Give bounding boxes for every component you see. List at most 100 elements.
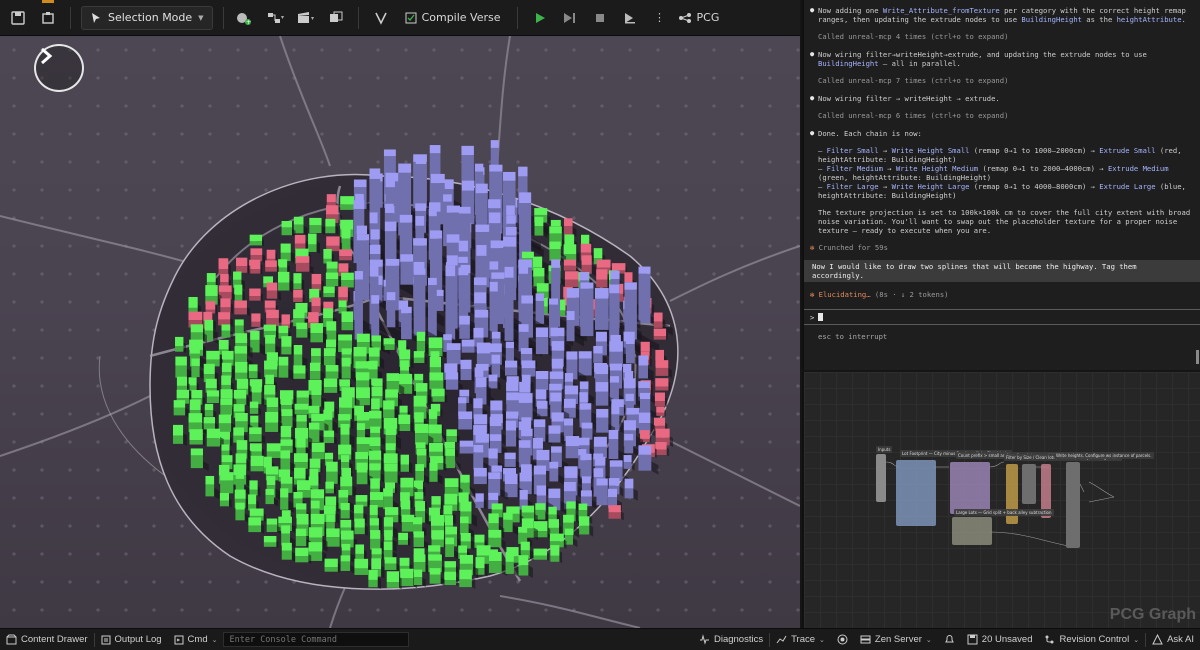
message-text: . — [1181, 15, 1186, 24]
tool-call-summary[interactable]: Called unreal-mcp 6 times (ctrl+o to exp… — [810, 111, 1194, 120]
bullet-icon: ● — [810, 50, 815, 58]
bullet-icon: ● — [810, 129, 815, 137]
graph-label-inputs: Inputs — [876, 446, 893, 453]
blueprint-icon[interactable]: ▾ — [264, 6, 288, 30]
graph-node-inputs[interactable] — [876, 454, 886, 502]
output-log-label: Output Log — [114, 634, 162, 645]
output-log-button[interactable]: Output Log — [95, 629, 168, 650]
building-block — [653, 328, 668, 341]
svg-text:▾: ▾ — [281, 14, 284, 21]
eject-icon[interactable] — [618, 6, 642, 30]
user-message: Now I would like to draw two splines tha… — [804, 260, 1200, 282]
platforms-icon[interactable] — [324, 6, 348, 30]
main-toolbar: Selection Mode ▼ + ▾ ▾ Compile Verse ⋮ P… — [0, 0, 800, 36]
interrupt-hint: esc to interrupt — [818, 332, 888, 341]
svg-text:▾: ▾ — [311, 15, 314, 22]
code-token: Write_Attribute_fromTexture — [882, 6, 1000, 15]
ask-ai-button[interactable]: Ask AI — [1146, 629, 1200, 650]
graph-node-lot-footprint[interactable] — [896, 460, 936, 526]
texture-note: The texture projection is set to 100k×10… — [818, 208, 1191, 235]
message-text: Now wiring filter → writeHeight → extrud… — [818, 94, 1000, 103]
scrollbar-thumb[interactable] — [1196, 350, 1199, 364]
bullet-icon: ● — [810, 94, 815, 102]
chain-list: – Filter Small → Write Height Small (rem… — [810, 146, 1194, 200]
building-block — [655, 378, 671, 392]
revision-icon — [1045, 635, 1054, 644]
prompt-symbol: > — [810, 312, 815, 322]
chevron-right-icon — [41, 47, 53, 65]
console-command-input[interactable] — [223, 632, 410, 647]
diagnostics-button[interactable]: Diagnostics — [693, 629, 769, 650]
code-token: Extrude Large — [1099, 182, 1156, 191]
expand-panel-button[interactable] — [34, 44, 84, 92]
content-drawer-button[interactable]: Content Drawer — [0, 629, 94, 650]
message-text: (remap 0→1 to 2000–4000cm) → — [978, 164, 1108, 173]
graph-label-large: Large Lots — Grid split + back alley sub… — [954, 509, 1054, 516]
toolbar-divider — [516, 6, 518, 29]
stop-icon[interactable] — [588, 6, 612, 30]
crunch-status: ✻ Crunched for 59s — [810, 243, 1194, 252]
city-scene — [0, 36, 800, 628]
save-icon[interactable] — [6, 6, 30, 30]
selection-mode-dropdown[interactable]: Selection Mode ▼ — [81, 5, 213, 30]
cinematics-icon[interactable]: ▾ — [294, 6, 318, 30]
pcg-button[interactable]: PCG — [678, 6, 720, 30]
pcg-icon — [678, 12, 691, 23]
toolbar-divider — [222, 6, 224, 29]
graph-node-purple[interactable] — [950, 462, 990, 514]
terminal-icon — [174, 635, 184, 644]
graph-label-parcels: Write heights. Configure ws instance of … — [1054, 452, 1154, 459]
assistant-message: ● Now wiring filter → writeHeight → extr… — [810, 94, 1194, 103]
tool-call-summary[interactable]: Called unreal-mcp 7 times (ctrl+o to exp… — [810, 76, 1194, 85]
diagnostics-label: Diagnostics — [713, 634, 764, 645]
unsaved-notifications-button[interactable] — [938, 629, 961, 650]
tool-call-summary[interactable]: Called unreal-mcp 4 times (ctrl+o to exp… — [810, 32, 1194, 41]
message-text: (remap 0→1 to 1000–2000cm) → — [969, 146, 1100, 155]
revision-control-dropdown[interactable]: Revision Control ⌄ — [1038, 629, 1145, 650]
step-icon[interactable] — [558, 6, 582, 30]
graph-node-large-lots[interactable] — [952, 517, 992, 545]
code-token: Filter Small — [826, 146, 879, 155]
drawer-icon — [6, 634, 17, 645]
verse-icon[interactable] — [369, 6, 393, 30]
chevron-down-icon: ▼ — [198, 13, 204, 22]
chat-input[interactable]: > — [804, 309, 1200, 325]
building-block — [249, 234, 264, 247]
more-options-icon[interactable]: ⋮ — [648, 6, 672, 30]
message-text: Now wiring filter→writeHeight→extrude, a… — [818, 50, 1147, 59]
code-token: Filter Large — [826, 182, 879, 191]
level-viewport[interactable] — [0, 36, 800, 628]
bullet-icon: ● — [810, 6, 815, 14]
trace-icon — [776, 635, 787, 644]
bell-icon — [944, 635, 954, 643]
code-token: Extrude Small — [1099, 146, 1156, 155]
graph-node-gray[interactable] — [1022, 464, 1036, 504]
add-actor-icon[interactable]: + — [234, 6, 258, 30]
revision-control-label: Revision Control — [1059, 634, 1130, 645]
code-token: BuildingHeight — [818, 59, 879, 68]
graph-wires — [885, 461, 1115, 548]
message-text: — all in parallel. — [878, 59, 961, 68]
ai-chat-panel: ● Now adding one Write_Attribute_fromTex… — [802, 0, 1200, 370]
code-token: Write Height Small — [891, 146, 970, 155]
record-button[interactable] — [831, 629, 854, 650]
asterisk-icon: ✻ — [810, 243, 819, 252]
ai-icon — [1152, 634, 1163, 645]
graph-node-gray2[interactable] — [1066, 462, 1080, 548]
cmd-dropdown[interactable]: Cmd ⌄ — [168, 629, 224, 650]
thinking-meta: (8s · ↓ 2 tokens) — [874, 290, 949, 299]
pcg-graph-panel[interactable]: Inputs Lot Footprint — City minus Roads,… — [802, 372, 1200, 628]
code-token: Write Height Medium — [895, 164, 979, 173]
zen-server-dropdown[interactable]: Zen Server ⌄ — [854, 629, 938, 650]
pcg-label: PCG — [696, 11, 720, 24]
graph-title: PCG Graph — [1109, 606, 1196, 623]
assistant-message: ● Now wiring filter→writeHeight→extrude,… — [810, 50, 1194, 68]
trace-dropdown[interactable]: Trace ⌄ — [770, 629, 831, 650]
play-icon[interactable] — [528, 6, 552, 30]
status-bar: Content Drawer Output Log Cmd ⌄ Diagnost… — [0, 628, 1200, 650]
unsaved-button[interactable]: 20 Unsaved — [961, 629, 1039, 650]
thinking-status: ✻ Elucidating… (8s · ↓ 2 tokens) — [810, 290, 1194, 299]
unsaved-label: 20 Unsaved — [981, 634, 1033, 645]
settings-icon[interactable] — [36, 6, 60, 30]
compile-verse-button[interactable]: Compile Verse — [399, 6, 507, 30]
